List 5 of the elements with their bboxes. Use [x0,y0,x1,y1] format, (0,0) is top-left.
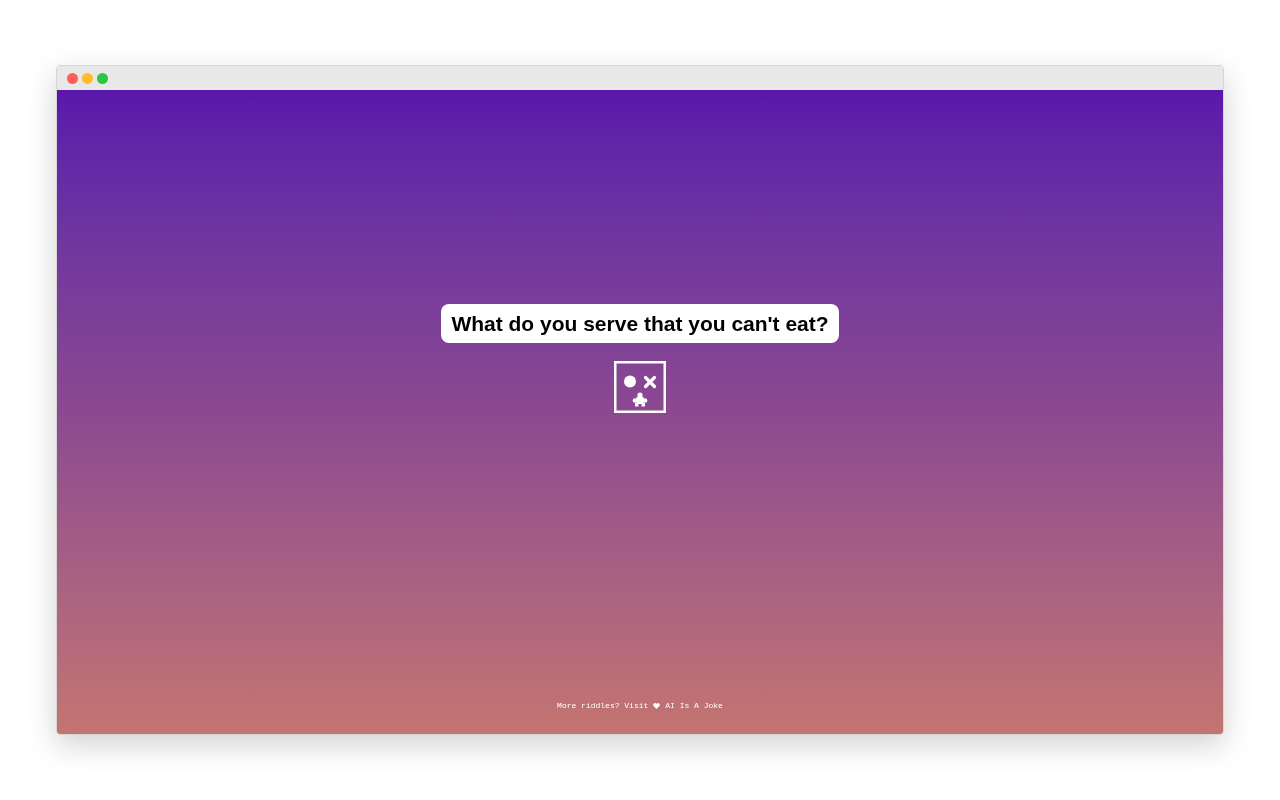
game-pieces-icon[interactable] [614,361,666,413]
footer-link[interactable]: AI Is A Joke [665,701,723,711]
riddle-question: What do you serve that you can't eat? [441,304,839,343]
heart-icon [653,703,661,709]
footer-text: More riddles? Visit [557,701,649,711]
